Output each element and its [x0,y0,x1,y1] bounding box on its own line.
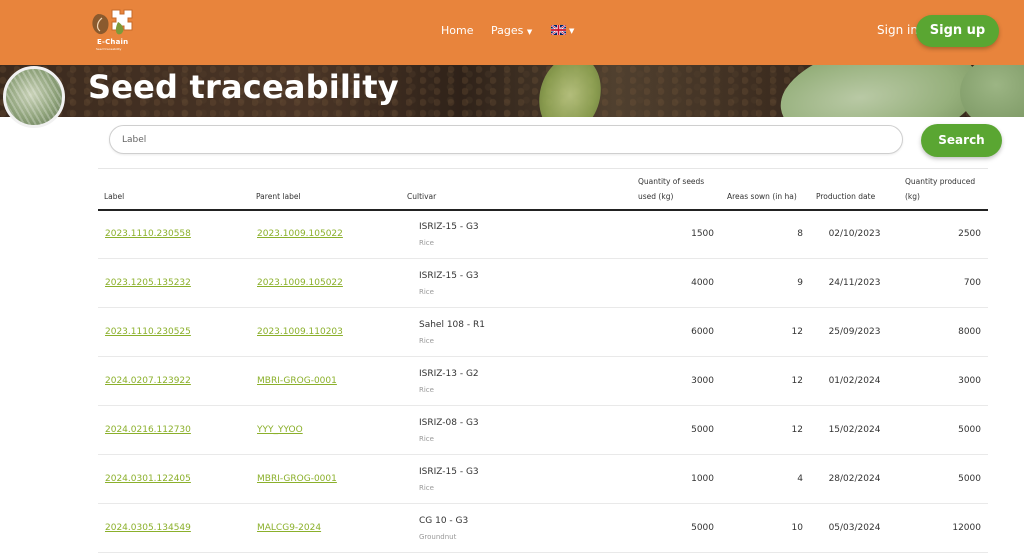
row-production-date: 05/03/2024 [828,523,881,533]
row-seeds-used: 6000 [691,327,714,337]
row-divider [98,356,988,357]
column-header-seeds-used-line2: used (kg) [638,192,674,201]
row-divider [98,405,988,406]
row-label-link[interactable]: 2024.0207.123922 [105,376,191,386]
column-header-quantity-produced[interactable]: Quantity produced (kg) [905,174,975,204]
row-crop: Rice [419,288,434,296]
row-label-link[interactable]: 2023.1110.230558 [105,229,191,239]
row-label-link[interactable]: 2024.0216.112730 [105,425,191,435]
row-cultivar: ISRIZ-15 - G3 [419,467,479,477]
logo-text: E-Chain [97,38,129,46]
language-chevron-down-icon[interactable]: ▼ [569,27,574,35]
row-crop: Rice [419,337,434,345]
row-area-sown: 10 [791,523,803,533]
row-quantity-produced: 3000 [958,376,981,386]
row-quantity-produced: 5000 [958,425,981,435]
row-label-link[interactable]: 2023.1110.230525 [105,327,191,337]
row-parent-link[interactable]: 2023.1009.105022 [257,229,343,239]
column-header-produced-line1: Quantity produced [905,177,976,186]
label-search-input[interactable] [109,125,903,154]
search-button[interactable]: Search [921,124,1002,157]
row-area-sown: 12 [791,425,803,435]
row-seeds-used: 1500 [691,229,714,239]
row-quantity-produced: 8000 [958,327,981,337]
row-area-sown: 9 [797,278,803,288]
row-divider [98,307,988,308]
logo-subtext: Seed traceability [96,47,122,51]
row-crop: Rice [419,386,434,394]
column-header-label[interactable]: Label [104,189,124,204]
row-parent-link[interactable]: MALCG9-2024 [257,523,321,533]
row-quantity-produced: 5000 [958,474,981,484]
column-header-production-date[interactable]: Production date [816,189,875,204]
row-divider [98,503,988,504]
nav-pages-label: Pages [491,24,524,37]
column-header-cultivar[interactable]: Cultivar [407,189,436,204]
row-parent-link[interactable]: 2023.1009.105022 [257,278,343,288]
row-area-sown: 12 [791,327,803,337]
table-header-rule [98,209,988,211]
column-header-seeds-used[interactable]: Quantity of seeds used (kg) [638,174,704,204]
row-label-link[interactable]: 2024.0301.122405 [105,474,191,484]
row-parent-link[interactable]: YYY_YYOO [257,425,303,435]
page-title: Seed traceability [88,68,399,106]
row-crop: Groundnut [419,533,457,541]
row-seeds-used: 4000 [691,278,714,288]
row-area-sown: 4 [797,474,803,484]
row-crop: Rice [419,435,434,443]
nav-home-link[interactable]: Home [441,24,473,37]
row-cultivar: CG 10 - G3 [419,516,469,526]
row-quantity-produced: 700 [963,278,981,288]
row-seeds-used: 5000 [691,523,714,533]
row-production-date: 15/02/2024 [828,425,881,435]
row-parent-link[interactable]: MBRI-GROG-0001 [257,376,337,386]
row-production-date: 24/11/2023 [828,278,881,288]
row-production-date: 02/10/2023 [828,229,881,239]
row-seeds-used: 5000 [691,425,714,435]
chevron-down-icon: ▼ [526,28,533,36]
row-cultivar: ISRIZ-15 - G3 [419,271,479,281]
row-parent-link[interactable]: 2023.1009.110203 [257,327,343,337]
row-quantity-produced: 12000 [952,523,981,533]
sign-in-link[interactable]: Sign in [877,23,918,37]
row-cultivar: ISRIZ-08 - G3 [419,418,479,428]
row-label-link[interactable]: 2023.1205.135232 [105,278,191,288]
row-production-date: 25/09/2023 [828,327,881,337]
uk-flag-icon[interactable] [551,25,566,35]
row-divider [98,552,988,553]
row-cultivar: ISRIZ-15 - G3 [419,222,479,232]
column-header-areas-sown[interactable]: Areas sown (in ha) [727,189,797,204]
row-crop: Rice [419,239,434,247]
row-cultivar: ISRIZ-13 - G2 [419,369,479,379]
avatar [3,66,65,128]
column-header-seeds-used-line1: Quantity of seeds [638,177,705,186]
column-header-produced-line2: (kg) [905,192,920,201]
row-seeds-used: 1000 [691,474,714,484]
nav-pages-dropdown[interactable]: Pages ▼ [491,24,532,37]
row-label-link[interactable]: 2024.0305.134549 [105,523,191,533]
row-crop: Rice [419,484,434,492]
row-divider [98,258,988,259]
row-area-sown: 12 [791,376,803,386]
column-header-parent-label[interactable]: Parent label [256,189,301,204]
row-quantity-produced: 2500 [958,229,981,239]
row-production-date: 28/02/2024 [828,474,881,484]
row-area-sown: 8 [797,229,803,239]
leaf-image-right [960,65,1024,117]
sign-up-button[interactable]: Sign up [916,15,999,47]
leaf-image [774,65,986,117]
table-top-border [98,168,988,169]
row-cultivar: Sahel 108 - R1 [419,320,485,330]
row-production-date: 01/02/2024 [828,376,881,386]
row-divider [98,454,988,455]
row-parent-link[interactable]: MBRI-GROG-0001 [257,474,337,484]
row-seeds-used: 3000 [691,376,714,386]
